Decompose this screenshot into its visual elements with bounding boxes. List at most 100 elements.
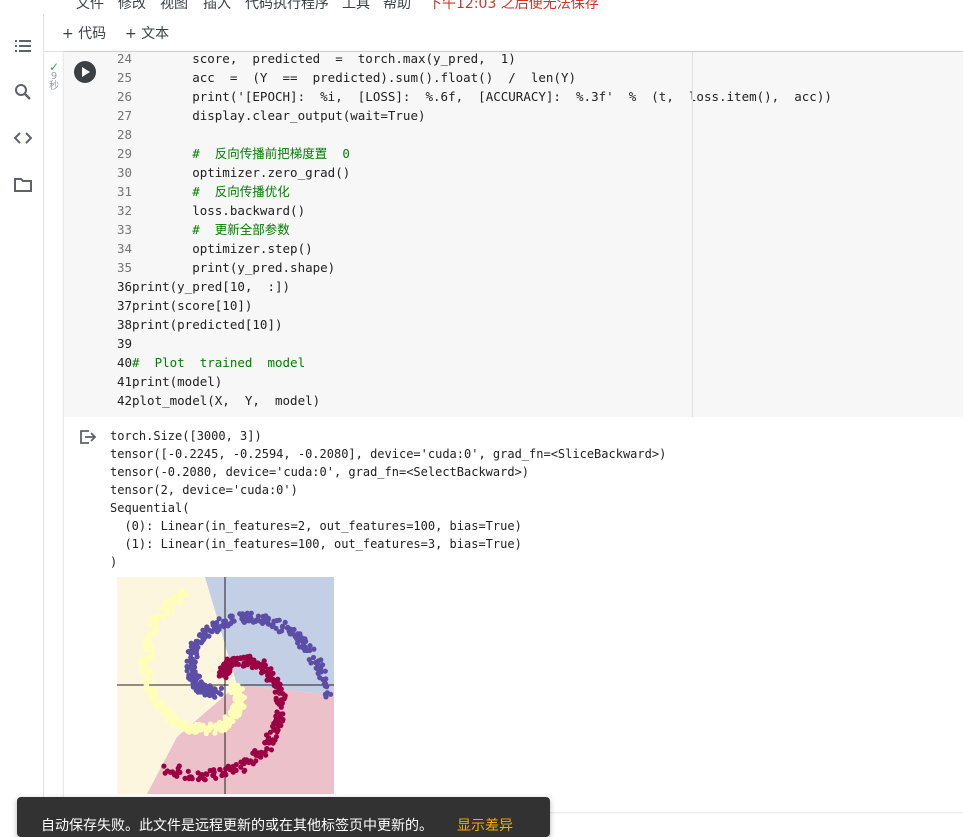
code-line: 35 print(y_pred.shape) <box>105 258 963 277</box>
data-point <box>276 690 283 696</box>
line-number: 29 <box>116 146 132 161</box>
data-point <box>278 711 284 717</box>
code-line: 30 optimizer.zero_grad() <box>105 163 963 182</box>
data-point <box>169 719 175 725</box>
data-point <box>168 602 174 608</box>
code-text: print(y_pred.shape) <box>132 260 336 275</box>
data-point <box>146 668 152 674</box>
line-number: 41 <box>116 374 132 389</box>
code-line: 24 score, predicted = torch.max(y_pred, … <box>105 52 963 68</box>
data-point <box>237 655 243 661</box>
add-code-button[interactable]: + 代码 <box>62 23 106 43</box>
line-number: 38 <box>116 317 132 332</box>
code-snippets-icon[interactable] <box>14 129 32 147</box>
data-point <box>195 687 201 693</box>
line-number: 25 <box>116 70 132 85</box>
code-text: score, predicted = torch.max(y_pred, 1) <box>132 52 516 66</box>
output-line: tensor(2, device='cuda:0') <box>110 483 298 497</box>
line-number: 40 <box>116 355 132 370</box>
save-warning[interactable]: 下午12:03 之后便无法保存 <box>428 0 599 13</box>
code-text: optimizer.step() <box>132 241 313 256</box>
run-cell-button[interactable] <box>74 61 96 83</box>
data-point <box>213 726 219 732</box>
line-number: 24 <box>116 52 132 66</box>
line-number: 28 <box>116 127 132 142</box>
data-point <box>230 718 236 724</box>
execution-status: ✓ 9 秒 <box>46 61 62 92</box>
data-point <box>255 617 261 623</box>
data-point <box>235 661 241 667</box>
autosave-snackbar: 自动保存失败。此文件是远程更新的或在其他标签页中更新的。 显示差异 <box>17 797 550 837</box>
data-point <box>143 655 149 661</box>
code-line: 33 # 更新全部参数 <box>105 220 963 239</box>
data-point <box>164 768 171 774</box>
search-icon[interactable] <box>14 83 32 101</box>
data-point <box>207 628 214 634</box>
data-point <box>274 715 280 721</box>
line-number: 26 <box>116 89 132 104</box>
code-line: 39 <box>105 334 963 353</box>
line-number: 35 <box>116 260 132 275</box>
data-point <box>149 677 155 683</box>
menu-runtime[interactable]: 代码执行程序 <box>245 0 329 13</box>
table-of-contents-icon[interactable] <box>14 37 32 55</box>
data-point <box>195 638 201 644</box>
data-point <box>228 663 234 669</box>
data-point <box>276 629 282 635</box>
data-point <box>322 683 328 689</box>
data-point <box>191 660 197 666</box>
menu-help[interactable]: 帮助 <box>383 0 411 13</box>
data-point <box>148 689 154 696</box>
code-line: 40 # Plot trained model <box>105 353 963 372</box>
data-point <box>149 697 155 703</box>
data-point <box>207 767 213 774</box>
line-number: 32 <box>116 203 132 218</box>
output-line: (1): Linear(in_features=100, out_feature… <box>110 537 522 551</box>
output-actions-icon[interactable] <box>79 428 97 446</box>
data-point <box>323 694 329 700</box>
data-point <box>206 692 212 698</box>
data-point <box>253 752 259 758</box>
decision-boundary-plot <box>117 577 334 794</box>
code-editor[interactable]: 24 score, predicted = torch.max(y_pred, … <box>105 52 963 417</box>
data-point <box>218 727 224 733</box>
data-point <box>280 716 286 723</box>
menu-tools[interactable]: 工具 <box>342 0 370 13</box>
data-point <box>168 712 174 719</box>
files-icon[interactable] <box>14 175 32 193</box>
data-point <box>310 654 317 661</box>
code-line: 29 # 反向传播前把梯度置 0 <box>105 144 963 163</box>
data-point <box>191 675 197 681</box>
data-point <box>236 691 242 697</box>
data-point <box>188 774 194 780</box>
editor-ruler <box>692 52 693 417</box>
menu-insert[interactable]: 插入 <box>203 0 231 13</box>
data-point <box>178 595 184 601</box>
menu-file[interactable]: 文件 <box>76 0 104 13</box>
data-point <box>307 647 313 653</box>
data-point <box>163 599 169 605</box>
add-text-button[interactable]: + 文本 <box>125 23 169 43</box>
data-point <box>231 683 237 689</box>
data-point <box>165 607 171 613</box>
menu-view[interactable]: 视图 <box>160 0 188 13</box>
data-point <box>259 668 265 674</box>
code-line: 38 print(predicted[10]) <box>105 315 963 334</box>
code-text: print('[EPOCH]: %i, [LOSS]: %.6f, [ACCUR… <box>132 89 832 104</box>
line-number: 37 <box>116 298 132 313</box>
data-point <box>308 660 314 666</box>
data-point <box>182 775 188 781</box>
data-point <box>151 626 157 632</box>
output-line: torch.Size([3000, 3]) <box>110 429 262 443</box>
data-point <box>206 727 212 733</box>
code-line: 36 print(y_pred[10, :]) <box>105 277 963 296</box>
code-text: print(y_pred[10, :]) <box>132 279 291 294</box>
data-point <box>264 746 270 752</box>
data-point <box>315 658 321 664</box>
menu-edit[interactable]: 修改 <box>118 0 146 13</box>
data-point <box>176 763 182 769</box>
data-point <box>323 676 329 682</box>
show-diff-button[interactable]: 显示差异 <box>457 815 513 835</box>
data-point <box>276 617 282 623</box>
output-line: tensor([-0.2245, -0.2594, -0.2080], devi… <box>110 447 667 461</box>
